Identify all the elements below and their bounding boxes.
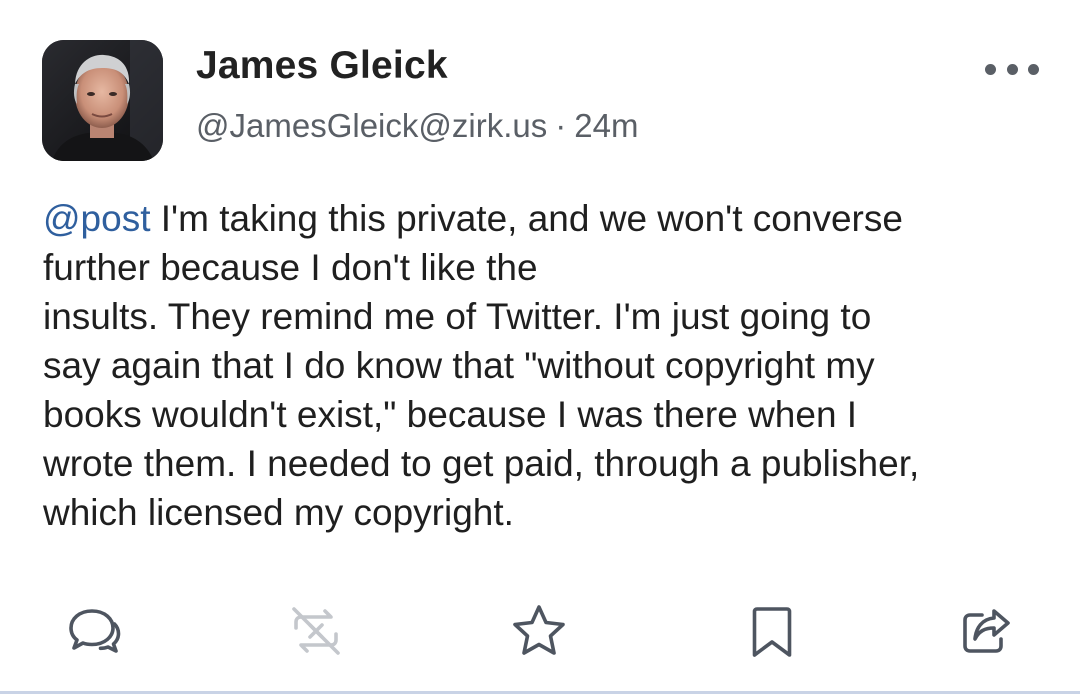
status-card[interactable]: James Gleick @JamesGleick@zirk.us · 24m @p… <box>0 0 1080 699</box>
share-icon <box>963 609 1010 653</box>
boost-disabled-icon <box>292 607 340 655</box>
favourite-button[interactable] <box>504 596 574 666</box>
status-action-bar <box>0 596 1080 666</box>
content-line-5: books wouldn't exist," because I was the… <box>43 394 858 435</box>
more-dots-icon <box>1006 63 1018 75</box>
author-handle[interactable]: @JamesGleick@zirk.us <box>196 107 547 144</box>
content-line-7: which licensed my copyright. <box>43 492 514 533</box>
reply-button[interactable] <box>59 596 129 666</box>
content-text: I'm taking this private, and we won't co… <box>150 198 903 239</box>
status-divider <box>0 691 1080 694</box>
bookmark-button[interactable] <box>737 596 807 666</box>
meta-separator: · <box>555 107 567 144</box>
content-line-1: @post I'm taking this private, and we wo… <box>43 194 1053 243</box>
more-options-button[interactable] <box>985 54 1039 84</box>
boost-button <box>281 596 351 666</box>
author-avatar[interactable] <box>42 40 163 161</box>
mention-link[interactable]: @post <box>43 198 151 239</box>
avatar-photo <box>42 40 163 161</box>
timestamp[interactable]: 24m <box>574 107 638 144</box>
reply-icon <box>69 609 121 653</box>
content-line-3: insults. They remind me of Twitter. I'm … <box>43 296 872 337</box>
status-meta: @JamesGleick@zirk.us · 24m <box>196 107 638 145</box>
content-line-6: wrote them. I needed to get paid, throug… <box>43 443 920 484</box>
share-button[interactable] <box>951 596 1021 666</box>
status-content: @post I'm taking this private, and we wo… <box>43 194 1053 537</box>
star-icon <box>513 605 565 655</box>
more-dots-icon <box>1028 63 1039 75</box>
bookmark-icon <box>752 607 792 657</box>
content-line-2: further because I don't like the <box>43 247 538 288</box>
content-line-4: say again that I do know that "without c… <box>43 345 875 386</box>
author-display-name[interactable]: James Gleick <box>196 44 448 88</box>
more-dots-icon <box>985 63 996 75</box>
